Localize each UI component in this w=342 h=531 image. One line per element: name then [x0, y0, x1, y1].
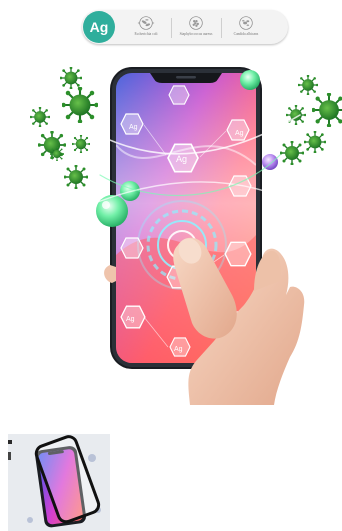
hex-ag-label: Ag	[235, 130, 244, 137]
staph-item: Staphylococcus aureus	[172, 14, 220, 42]
product-hero-image: Ag Ag Ag Ag Ag	[30, 67, 342, 405]
candida-item: Candida albicans	[222, 14, 270, 42]
hex-ag-label: Ag	[129, 124, 138, 131]
staph-label: Staphylococcus aureus	[179, 32, 213, 36]
candida-fungus-icon	[239, 16, 253, 30]
antibacterial-banner: Ag Escherichia coli Staphylococcus aureu…	[82, 10, 288, 44]
virus-cluster-right	[280, 75, 342, 165]
staph-bacteria-icon	[189, 16, 203, 30]
hex-ag-label: Ag	[174, 346, 183, 353]
ecoli-label: Escherichia coli	[134, 32, 158, 36]
product-thumbnail[interactable]	[8, 434, 110, 531]
candida-label: Candida albicans	[233, 32, 259, 36]
hex-ag-label: Ag	[126, 316, 135, 323]
ecoli-bacteria-icon	[137, 16, 155, 30]
silver-ag-badge: Ag	[83, 11, 115, 43]
virus-cluster-left	[30, 67, 98, 189]
ecoli-item: Escherichia coli	[122, 14, 170, 42]
hex-ag-label: Ag	[176, 154, 187, 164]
screen-protector-thumbnail	[8, 434, 110, 531]
